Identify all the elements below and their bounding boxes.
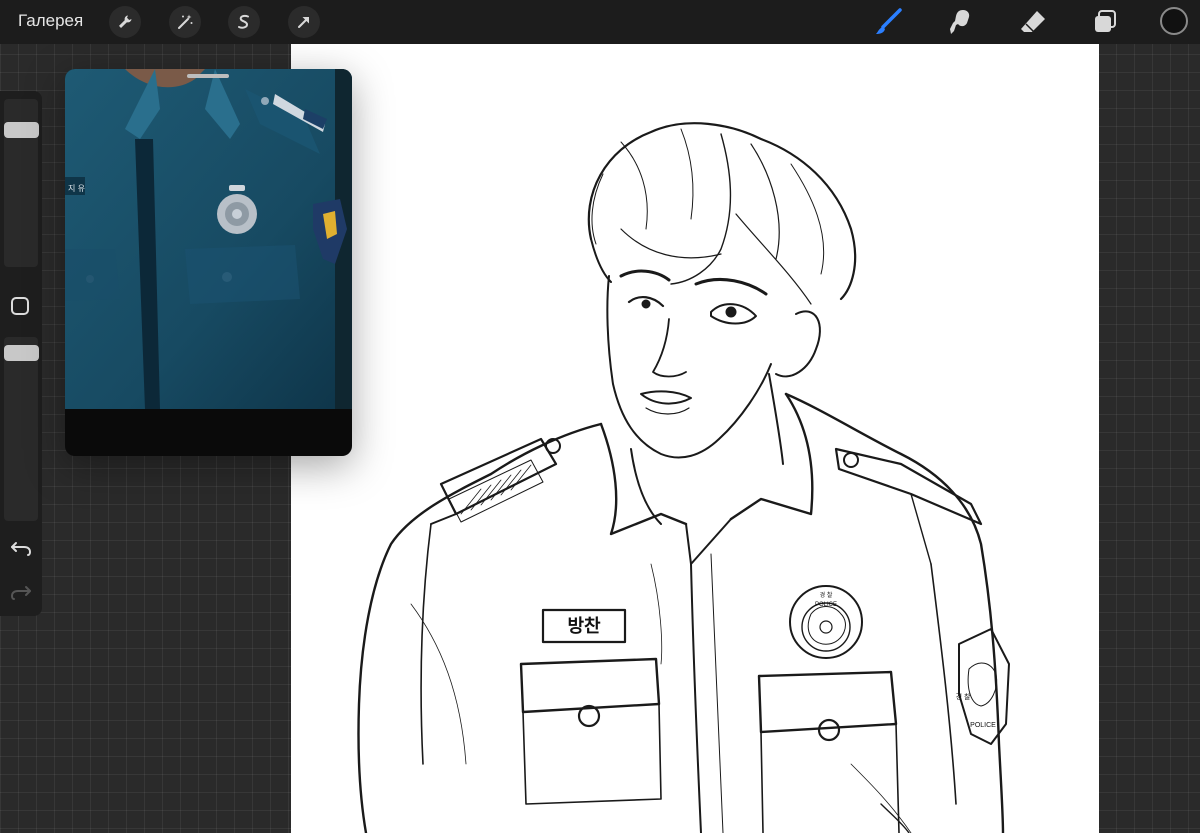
reference-photo: 지 유 [65, 69, 352, 409]
eraser-button[interactable] [1018, 7, 1048, 37]
brush-opacity-slider[interactable] [4, 337, 38, 521]
redo-icon[interactable] [9, 579, 33, 603]
modify-square-icon[interactable] [11, 297, 29, 315]
canvas-nametag-text: 방찬 [567, 616, 601, 636]
gallery-button[interactable]: Галерея [18, 11, 83, 31]
magic-wand-icon [178, 14, 193, 29]
police-sketch: 방찬 경 찰 POLICE POLICE 경 찰 [357, 122, 1010, 833]
selection-icon [238, 14, 249, 29]
reference-drag-handle[interactable] [187, 74, 229, 78]
brush-button[interactable] [874, 7, 904, 37]
brush-size-thumb[interactable] [4, 121, 39, 138]
adjustments-button[interactable] [169, 6, 201, 38]
eraser-icon [1021, 11, 1045, 33]
reference-window[interactable]: 지 유 [65, 69, 352, 456]
transform-button[interactable] [288, 6, 320, 38]
left-sidebar [0, 91, 42, 616]
canvas-patch-text: POLICE [970, 722, 996, 729]
undo-icon[interactable] [9, 535, 33, 559]
brush-opacity-thumb[interactable] [4, 345, 39, 362]
actions-button[interactable] [109, 6, 141, 38]
brush-icon [876, 8, 902, 34]
canvas-patch-side-text: 경 찰 [956, 692, 971, 701]
smudge-icon [950, 10, 970, 34]
canvas-badge-text: POLICE [815, 602, 837, 608]
smudge-button[interactable] [946, 7, 976, 37]
layers-icon [1095, 10, 1116, 32]
drawing-canvas[interactable]: 방찬 경 찰 POLICE POLICE 경 찰 [291, 44, 1099, 833]
reference-nametag-text: 지 유 [68, 184, 85, 193]
color-picker-button[interactable] [1160, 7, 1188, 35]
canvas-badge-top-text: 경 찰 [820, 591, 833, 599]
layers-button[interactable] [1090, 7, 1120, 37]
selection-button[interactable] [228, 6, 260, 38]
top-toolbar: Галерея [0, 0, 1200, 44]
wrench-icon [119, 15, 132, 28]
transform-arrow-icon [298, 17, 309, 28]
